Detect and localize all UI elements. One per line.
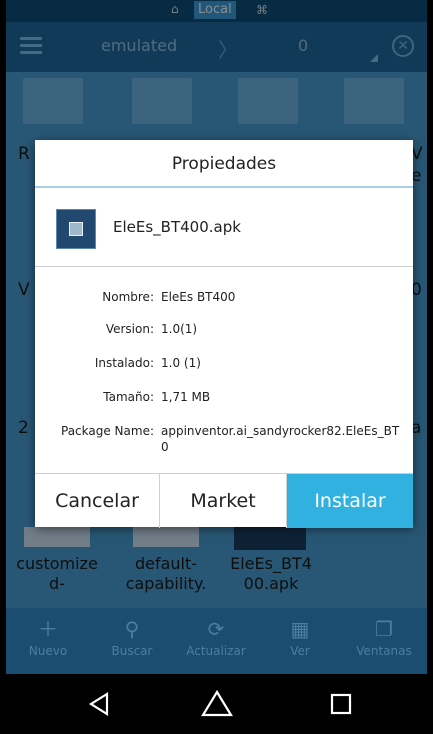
plus-icon: ＋ (38, 617, 58, 641)
view-button[interactable]: ▦ Ver (258, 616, 342, 658)
dialog-buttons: Cancelar Market Instalar (35, 473, 413, 528)
prop-key: Instalado: (94, 356, 154, 370)
refresh-icon: ⟳ (207, 617, 225, 641)
prop-value: 1,71 MB (161, 390, 211, 404)
system-nav-bar (6, 674, 427, 734)
recents-button[interactable] (320, 688, 360, 720)
windows-icon: ❐ (375, 617, 393, 641)
app-icon (56, 209, 96, 249)
divider (35, 266, 413, 267)
prop-row-size: Tamaño: 1,71 MB (35, 390, 413, 412)
recents-icon (330, 693, 352, 715)
bottom-toolbar: ＋ Nuevo ⚲ Buscar ⟳ Actualizar ▦ Ver ❐ Ve… (6, 608, 427, 674)
prop-key: Tamaño: (103, 390, 154, 404)
back-button[interactable] (80, 688, 120, 720)
home-button[interactable] (197, 688, 237, 720)
prop-key: Version: (105, 322, 154, 336)
market-button[interactable]: Market (160, 474, 287, 528)
app-filename: EleEs_BT400.apk (113, 218, 241, 236)
refresh-button[interactable]: ⟳ Actualizar (174, 616, 258, 658)
prop-value-continued: 0 (161, 440, 169, 454)
prop-row-version: Version: 1.0(1) (35, 322, 413, 344)
back-icon (88, 692, 109, 716)
prop-key: Nombre: (102, 290, 154, 304)
home-icon (201, 689, 233, 717)
prop-key: Package Name: (61, 424, 154, 438)
install-button[interactable]: Instalar (287, 474, 413, 528)
search-icon: ⚲ (124, 617, 140, 641)
grid-icon: ▦ (290, 617, 310, 641)
screen: ⌂ Local ⌘ emulated 〉 0 ✕ ♫ R V e V 0 2 a… (6, 0, 427, 734)
prop-row-package: Package Name: appinventor.ai_sandyrocker… (35, 424, 413, 460)
prop-value: 1.0 (1) (161, 356, 201, 370)
properties-dialog: Propiedades EleEs_BT400.apk Nombre: EleE… (35, 140, 413, 528)
prop-row-name: Nombre: EleEs BT400 (35, 290, 413, 312)
prop-value: EleEs BT400 (161, 290, 236, 304)
search-button[interactable]: ⚲ Buscar (90, 616, 174, 658)
dialog-title: Propiedades (35, 140, 413, 188)
windows-button[interactable]: ❐ Ventanas (342, 616, 426, 658)
prop-value: 1.0(1) (161, 322, 198, 336)
prop-row-installed: Instalado: 1.0 (1) (35, 356, 413, 378)
cancel-button[interactable]: Cancelar (35, 474, 160, 528)
prop-value: appinventor.ai_sandyrocker82.EleEs_BT (161, 424, 400, 438)
new-button[interactable]: ＋ Nuevo (6, 616, 90, 658)
